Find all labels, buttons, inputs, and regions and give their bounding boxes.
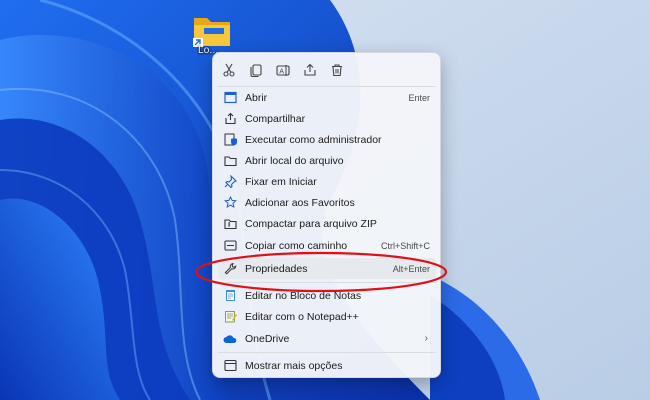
menu-item-edit-notepadpp[interactable]: Editar com o Notepad++ [218,306,436,327]
share-icon [304,63,316,76]
menu-item-label: Fixar em Iniciar [245,175,317,188]
star-icon [223,196,237,210]
menu-item-open-file-location[interactable]: Abrir local do arquivo [218,150,436,171]
menu-item-run-as-admin[interactable]: Executar como administrador [218,129,436,150]
menu-item-shortcut: Ctrl+Shift+C [380,240,430,251]
open-icon [223,91,237,105]
menu-item-label: Compartilhar [245,112,306,125]
menu-item-compress-zip[interactable]: Compactar para arquivo ZIP [218,213,436,234]
shield-icon [223,133,237,147]
share-button[interactable] [299,59,321,81]
menu-item-add-to-favorites[interactable]: Adicionar aos Favoritos [218,192,436,213]
menu-item-show-more-options[interactable]: Mostrar mais opções [218,355,436,376]
highlight-ellipse [194,251,448,293]
more-options-icon [223,359,237,373]
menu-item-share[interactable]: Compartilhar [218,108,436,129]
notepadpp-icon [223,310,237,324]
menu-separator [218,352,436,353]
menu-item-onedrive[interactable]: OneDrive › [218,328,436,349]
context-menu: A Abrir Enter Compartilhar Executar como… [212,52,441,378]
cut-icon [223,63,235,77]
menu-item-label: Abrir [245,91,268,104]
menu-item-label: Mostrar mais opções [245,359,343,372]
copy-button[interactable] [245,59,267,81]
menu-item-open[interactable]: Abrir Enter [218,87,436,108]
chevron-right-icon: › [424,333,428,344]
rename-icon: A [276,65,290,76]
quick-actions-row: A [213,53,440,85]
menu-item-label: Abrir local do arquivo [245,154,344,167]
pin-icon [223,175,237,189]
menu-item-label: Editar com o Notepad++ [245,310,359,323]
folder-shortcut-icon [193,18,230,47]
svg-text:A: A [279,68,284,76]
cloud-icon [223,332,237,346]
cut-button[interactable] [218,59,240,81]
copy-icon [250,64,262,77]
menu-item-label: Adicionar aos Favoritos [245,196,355,209]
share-icon [223,112,237,126]
menu-item-label: Compactar para arquivo ZIP [245,217,377,230]
delete-button[interactable] [326,59,348,81]
rename-button[interactable]: A [272,59,294,81]
menu-item-label: OneDrive [245,332,290,345]
folder-icon [223,154,237,168]
menu-item-shortcut: Enter [408,92,430,103]
delete-icon [332,64,342,77]
zip-icon [223,217,237,231]
menu-item-pin-to-start[interactable]: Fixar em Iniciar [218,171,436,192]
menu-item-label: Executar como administrador [245,133,382,146]
